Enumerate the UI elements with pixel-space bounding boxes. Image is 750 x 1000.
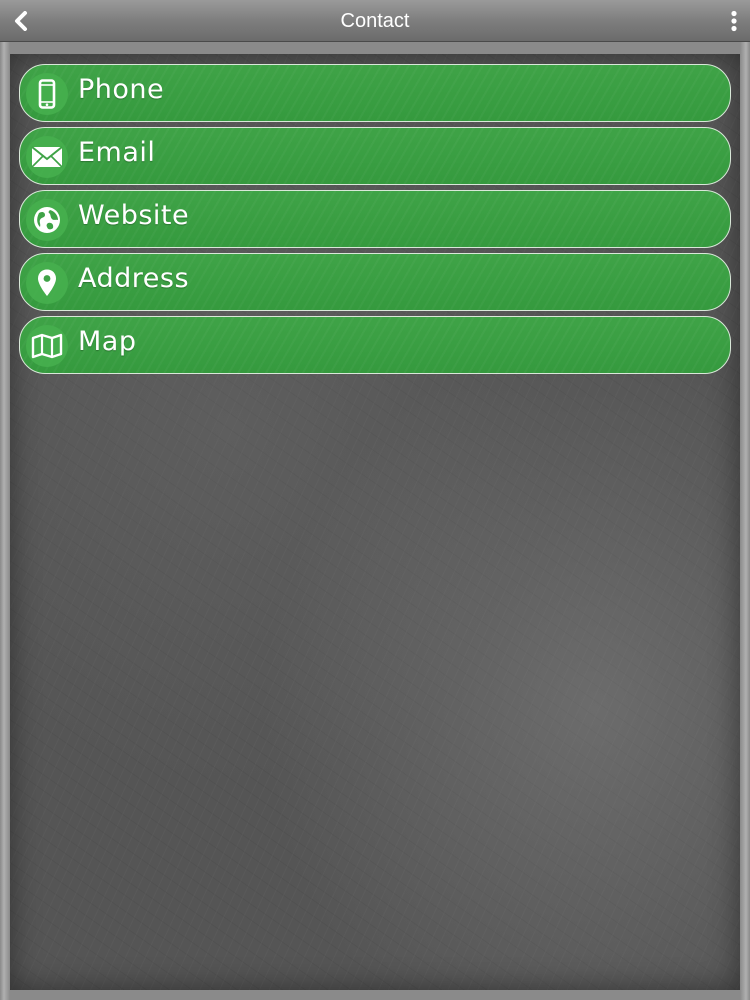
- app-header: Contact: [0, 0, 750, 42]
- contact-item-label: Website: [78, 200, 190, 231]
- phone-icon: [26, 73, 68, 115]
- contact-item-address[interactable]: Address: [19, 253, 731, 311]
- map-pin-icon: [26, 262, 68, 304]
- contact-item-label: Email: [78, 137, 156, 168]
- page-title: Contact: [340, 10, 410, 32]
- contact-item-label: Phone: [78, 74, 165, 105]
- contact-item-website[interactable]: Website: [19, 190, 731, 248]
- contact-item-label: Address: [78, 263, 190, 294]
- contact-item-phone[interactable]: Phone: [19, 64, 731, 122]
- overflow-menu-button[interactable]: [724, 6, 744, 36]
- contact-item-email[interactable]: Email: [19, 127, 731, 185]
- contact-item-map[interactable]: Map: [19, 316, 731, 374]
- envelope-icon: [26, 136, 68, 178]
- contact-item-label: Map: [78, 326, 137, 357]
- globe-icon: [26, 199, 68, 241]
- map-icon: [26, 325, 68, 367]
- more-vertical-icon: [731, 10, 737, 32]
- contact-list: Phone Email Website Address Map: [19, 64, 731, 379]
